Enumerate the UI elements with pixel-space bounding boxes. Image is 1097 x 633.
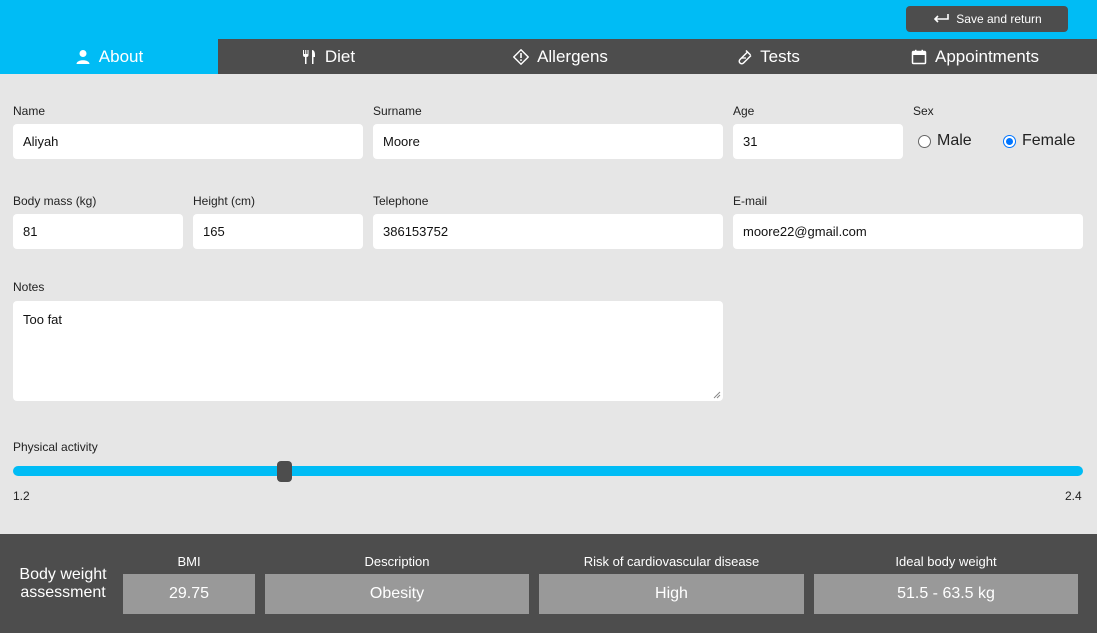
notes-textarea[interactable]: Too fat <box>13 301 723 401</box>
age-field[interactable]: 31 <box>733 124 903 159</box>
tab-diet[interactable]: Diet <box>218 39 438 74</box>
notes-label: Notes <box>13 280 45 294</box>
fork-knife-icon <box>302 49 315 64</box>
tab-about[interactable]: About <box>0 39 218 74</box>
risk-value: High <box>539 574 804 614</box>
ideal-weight-value: 51.5 - 63.5 kg <box>814 574 1078 614</box>
description-label: Description <box>364 554 430 569</box>
physical-activity-slider[interactable] <box>13 466 1083 476</box>
bmi-label: BMI <box>177 554 201 569</box>
ideal-weight-label: Ideal body weight <box>895 554 997 569</box>
body-weight-assessment-panel: Body weight assessment BMI 29.75 Descrip… <box>0 534 1097 633</box>
male-radio-label: Male <box>937 132 972 149</box>
save-and-return-label: Save and return <box>956 12 1042 26</box>
tab-allergens[interactable]: Allergens <box>438 39 683 74</box>
tab-tests[interactable]: Tests <box>683 39 853 74</box>
height-field[interactable]: 165 <box>193 214 363 249</box>
tab-bar: About Diet Allergens Tests Appointments <box>0 39 1097 74</box>
female-radio-label: Female <box>1022 132 1076 149</box>
risk-label: Risk of cardiovascular disease <box>583 554 760 569</box>
telephone-field[interactable]: 386153752 <box>373 214 723 249</box>
sex-label: Sex <box>913 104 934 118</box>
tab-tests-label: Tests <box>760 46 800 66</box>
name-label: Name <box>13 104 46 118</box>
tab-appointments-label: Appointments <box>935 46 1039 66</box>
tab-diet-label: Diet <box>324 46 356 66</box>
warning-diamond-icon <box>513 48 530 65</box>
tab-about-label: About <box>98 46 144 66</box>
physical-activity-label: Physical activity <box>13 440 98 454</box>
email-label: E-mail <box>733 194 768 208</box>
tab-allergens-label: Allergens <box>537 46 608 66</box>
telephone-label: Telephone <box>373 194 429 208</box>
slider-min-label: 1.2 <box>13 489 30 503</box>
top-bar: Save and return <box>0 0 1097 39</box>
surname-label: Surname <box>373 104 422 118</box>
surname-field[interactable]: Moore <box>373 124 723 159</box>
email-field[interactable]: moore22@gmail.com <box>733 214 1083 249</box>
person-icon <box>76 49 90 64</box>
bmi-value: 29.75 <box>123 574 255 614</box>
slider-max-label: 2.4 <box>1065 489 1082 503</box>
tab-appointments[interactable]: Appointments <box>853 39 1097 74</box>
sex-option-female[interactable]: Female <box>1003 132 1075 150</box>
slider-thumb[interactable] <box>276 461 292 482</box>
return-arrow-icon <box>934 14 950 23</box>
body-mass-label: Body mass (kg) <box>13 194 97 208</box>
test-tube-icon <box>738 49 752 64</box>
notes-text: Too fat <box>23 312 63 327</box>
name-field[interactable]: Aliyah <box>13 124 363 159</box>
sex-option-male[interactable]: Male <box>918 132 972 150</box>
female-radio[interactable] <box>1003 134 1016 148</box>
save-and-return-button[interactable]: Save and return <box>906 6 1068 32</box>
body-mass-field[interactable]: 81 <box>13 214 183 249</box>
male-radio[interactable] <box>918 134 931 148</box>
age-label: Age <box>733 104 755 118</box>
description-value: Obesity <box>265 574 529 614</box>
height-label: Height (cm) <box>193 194 256 208</box>
assessment-title: Body weight assessment <box>19 566 107 601</box>
resize-handle-icon[interactable] <box>713 391 721 399</box>
calendar-icon <box>911 49 927 64</box>
